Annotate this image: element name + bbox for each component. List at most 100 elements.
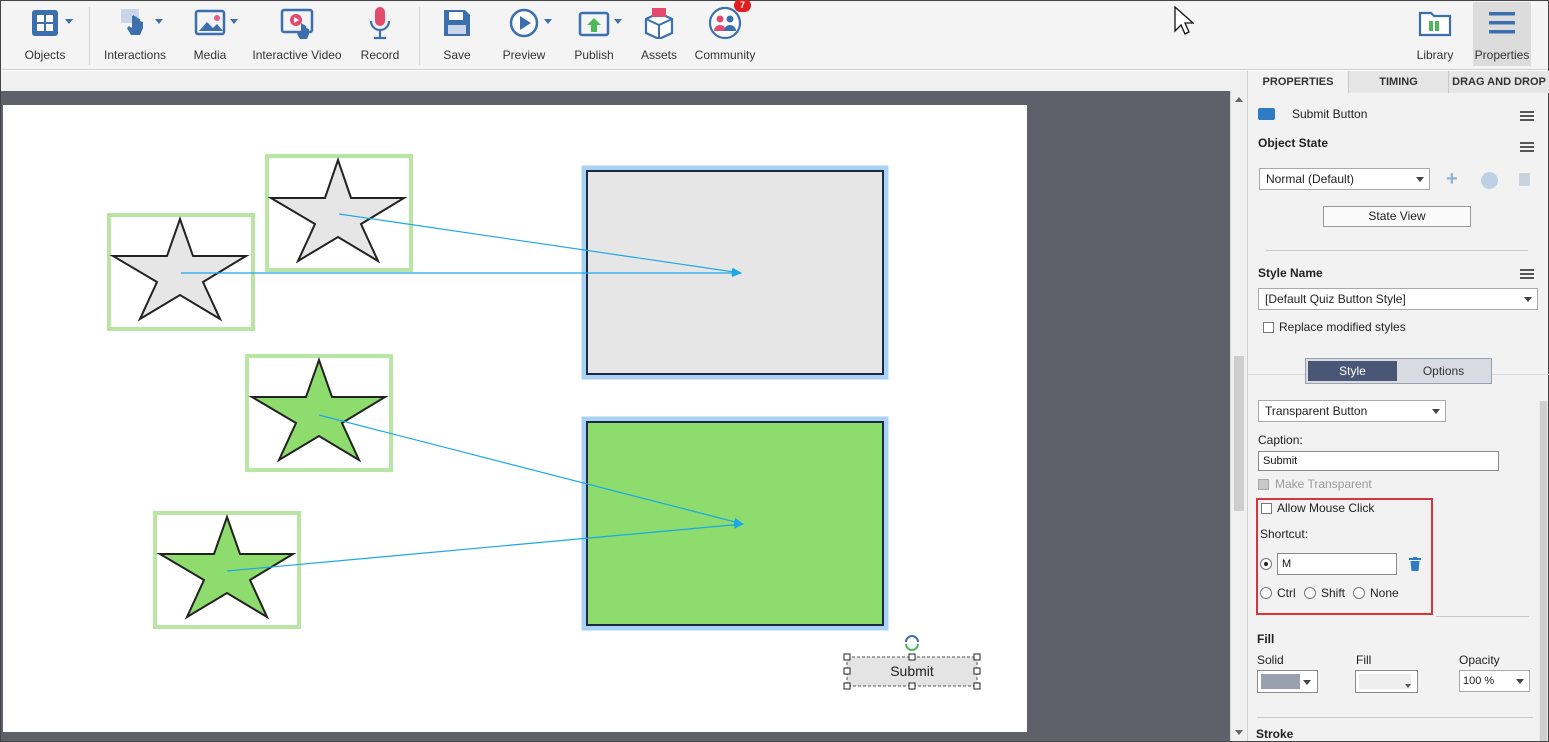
interactions-label: Interactions [103,48,167,62]
mouse-cursor-icon [1174,6,1194,35]
fill-color-picker[interactable] [1355,670,1418,693]
none-radio[interactable] [1353,587,1365,599]
solid-color-picker[interactable] [1257,670,1318,693]
shortcut-input[interactable]: M [1277,553,1397,575]
properties-label: Properties [1474,48,1530,62]
drop-target-green[interactable] [586,421,884,626]
divider [1257,717,1533,718]
library-button[interactable]: Library [1413,5,1457,67]
record-label: Record [360,48,400,62]
fill-heading: Fill [1257,632,1275,646]
interactions-button[interactable]: Interactions [104,5,166,67]
community-icon: 7 [707,0,751,41]
app-window: Objects Interactions Media Interactive V… [0,0,1549,742]
properties-panel: PROPERTIES TIMING DRAG AND DROP Submit B… [1247,71,1549,741]
panel-menu-icon[interactable] [1520,111,1534,121]
interactive-video-button[interactable]: Interactive Video [252,5,342,67]
object-state-value: Normal (Default) [1266,172,1355,186]
assets-button[interactable]: Assets [639,5,679,67]
opacity-value: 100 % [1463,675,1495,687]
media-button[interactable]: Media [187,5,238,67]
allow-mouse-click-checkbox[interactable] [1261,503,1272,514]
add-state-icon[interactable]: + [1446,169,1458,189]
objects-icon [27,5,73,41]
save-button[interactable]: Save [437,5,477,67]
save-label: Save [443,48,471,62]
object-state-dropdown[interactable]: Normal (Default) [1259,168,1430,190]
tab-timing[interactable]: TIMING [1349,71,1449,93]
replace-modified-label: Replace modified styles [1279,320,1406,334]
shortcut-label: Shortcut: [1260,527,1309,541]
objects-button[interactable]: Objects [21,5,73,67]
fill-sub-label: Fill [1356,653,1372,667]
replace-modified-checkbox[interactable] [1263,322,1274,333]
caption-label: Caption: [1258,433,1303,447]
library-label: Library [1416,48,1454,62]
submit-button-label: Submit [890,663,934,679]
delete-state-icon[interactable] [1519,173,1530,186]
shift-radio[interactable] [1304,587,1316,599]
tab-drag-and-drop[interactable]: DRAG AND DROP [1449,71,1549,93]
allow-mouse-click-label: Allow Mouse Click [1277,501,1375,515]
assets-label: Assets [640,48,677,62]
object-state-menu-icon[interactable] [1520,142,1534,152]
save-icon [439,5,475,41]
tab-properties[interactable]: PROPERTIES [1248,71,1349,93]
stroke-heading: Stroke [1256,727,1294,741]
style-name-value: [Default Quiz Button Style] [1265,292,1406,306]
notification-badge: 7 [734,0,751,12]
state-view-button[interactable]: State View [1323,206,1471,227]
properties-menu-icon [1484,5,1520,41]
toolbar-divider [89,7,90,65]
stage-ruler-strip [1,71,1247,91]
shift-label: Shift [1321,586,1346,600]
publish-icon [576,5,622,41]
trash-icon[interactable] [1409,557,1421,571]
solid-label: Solid [1257,653,1284,667]
tab-style[interactable]: Style [1308,361,1397,381]
reset-state-icon[interactable] [1481,172,1498,189]
community-button[interactable]: 7 Community [694,0,756,67]
stage-drawing [107,154,981,690]
preview-button[interactable]: Preview [501,5,552,67]
main-toolbar: Objects Interactions Media Interactive V… [1,0,1548,70]
caption-input[interactable]: Submit [1258,451,1499,471]
button-type-dropdown[interactable]: Transparent Button [1258,400,1446,422]
interactive-video-icon [279,5,315,41]
play-icon [506,5,552,41]
opacity-dropdown[interactable]: 100 % [1459,670,1530,692]
ctrl-label: Ctrl [1277,586,1296,600]
panel-scrollbar[interactable] [1539,401,1548,741]
style-name-menu-icon[interactable] [1520,269,1534,279]
scroll-up-arrow-icon[interactable] [1235,97,1243,102]
interactions-icon [117,5,163,41]
interactive-video-label: Interactive Video [252,48,342,62]
none-label: None [1370,586,1399,600]
publish-label: Publish [574,48,614,62]
button-type-value: Transparent Button [1265,404,1368,418]
toolbar-divider [419,7,420,65]
record-button[interactable]: Record [359,5,401,67]
style-name-dropdown[interactable]: [Default Quiz Button Style] [1258,288,1538,310]
library-folder-icon [1417,5,1453,41]
stage-vertical-scrollbar[interactable] [1230,91,1247,741]
make-transparent-label: Make Transparent [1275,477,1372,491]
ctrl-radio[interactable] [1260,587,1272,599]
divider [1266,250,1528,251]
panel-scrollbar-thumb[interactable] [1540,401,1547,741]
publish-button[interactable]: Publish [571,5,622,67]
opacity-label: Opacity [1459,653,1500,667]
scrollbar-thumb[interactable] [1234,356,1244,511]
preview-label: Preview [502,48,546,62]
community-label: Community [694,48,756,62]
style-name-heading: Style Name [1258,266,1323,280]
properties-button[interactable]: Properties [1473,2,1531,66]
media-icon [192,5,238,41]
button-object-icon [1258,108,1275,120]
rotate-handle-icon[interactable] [905,635,919,651]
shortcut-key-radio[interactable] [1260,558,1272,570]
microphone-icon [362,5,398,41]
scroll-down-arrow-icon[interactable] [1235,730,1243,735]
media-label: Media [193,48,227,62]
tab-options[interactable]: Options [1399,361,1488,381]
